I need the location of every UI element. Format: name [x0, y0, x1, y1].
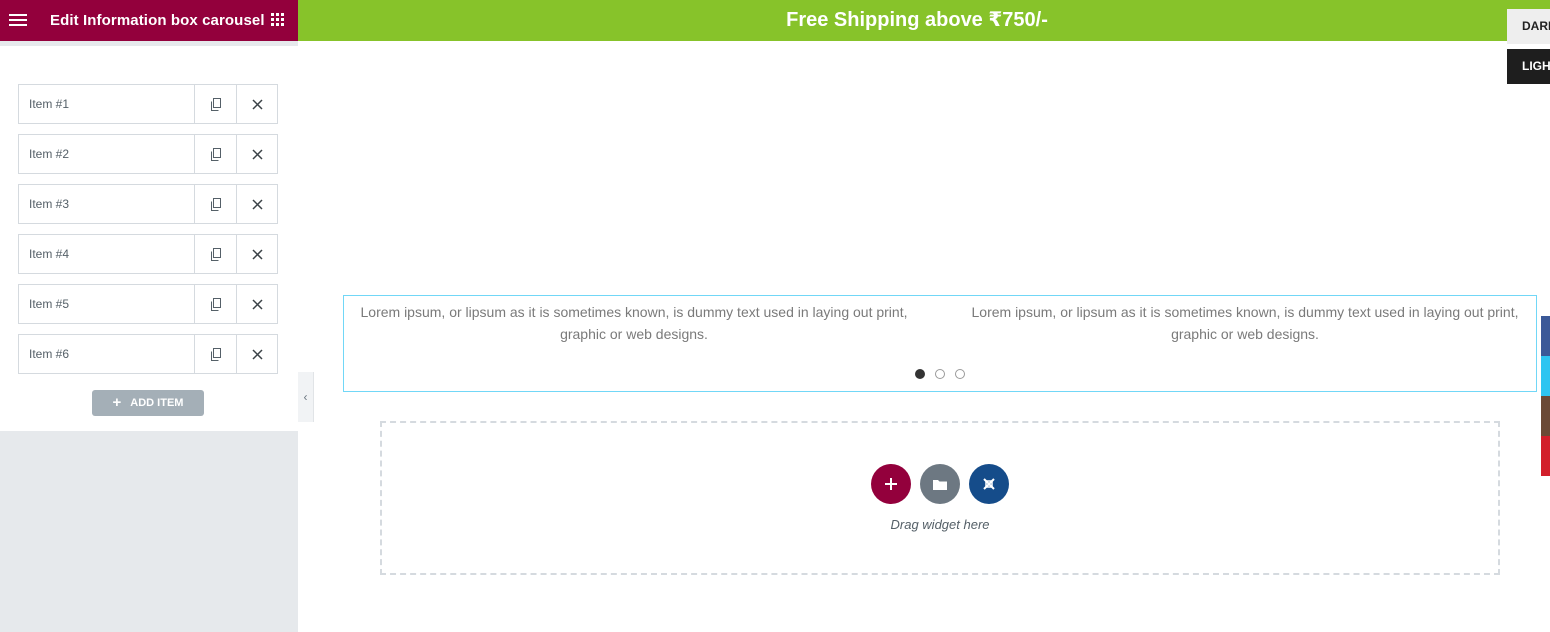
repeater-item[interactable]: Item #3 — [18, 184, 278, 224]
repeater-item-title[interactable]: Item #6 — [19, 335, 196, 373]
repeater-item-title[interactable]: Item #2 — [19, 135, 196, 173]
panel-title: Edit Information box carousel — [50, 12, 265, 29]
add-section-dropzone[interactable]: Drag widget here — [380, 421, 1500, 575]
close-icon[interactable] — [236, 285, 277, 323]
hamburger-icon[interactable] — [8, 10, 28, 30]
repeater-item[interactable]: Item #2 — [18, 134, 278, 174]
panel-header: Edit Information box carousel — [0, 0, 298, 41]
repeater-item-title[interactable]: Item #1 — [19, 85, 196, 123]
copy-icon[interactable] — [195, 135, 236, 173]
copy-icon[interactable] — [195, 285, 236, 323]
editor-panel: Edit Information box carousel Item #1 It… — [0, 0, 298, 632]
repeater-item-title[interactable]: Item #4 — [19, 235, 196, 273]
puzzle-icon — [983, 478, 995, 490]
repeater-panel: Item #1 Item #2 Item #3 Item #4 Item #5 … — [0, 45, 298, 431]
light-mode-button[interactable]: LIGHT — [1507, 49, 1550, 84]
repeater-item[interactable]: Item #4 — [18, 234, 278, 274]
carousel-slide-text: Lorem ipsum, or lipsum as it is sometime… — [971, 304, 1519, 342]
pinterest-share-tab[interactable] — [1541, 436, 1550, 476]
dark-mode-button[interactable]: DARK — [1507, 9, 1550, 44]
carousel-slide-text: Lorem ipsum, or lipsum as it is sometime… — [360, 304, 908, 342]
close-icon[interactable] — [236, 135, 277, 173]
add-section-button[interactable] — [871, 464, 911, 504]
pagination-dot[interactable] — [955, 369, 965, 379]
repeater-item[interactable]: Item #1 — [18, 84, 278, 124]
grid-icon[interactable] — [271, 13, 285, 27]
repeater-item[interactable]: Item #6 — [18, 334, 278, 374]
add-item-button[interactable]: + ADD ITEM — [92, 390, 204, 416]
chevron-left-icon[interactable]: ‹ — [298, 372, 314, 422]
plus-icon — [885, 478, 897, 490]
copy-icon[interactable] — [195, 235, 236, 273]
dropzone-hint: Drag widget here — [890, 517, 990, 532]
copy-icon[interactable] — [195, 335, 236, 373]
copy-icon[interactable] — [195, 85, 236, 123]
add-item-label: ADD ITEM — [130, 397, 184, 409]
pagination-dot-active[interactable] — [915, 369, 925, 379]
pagination-dot[interactable] — [935, 369, 945, 379]
repeater-item-title[interactable]: Item #5 — [19, 285, 196, 323]
information-box-carousel: Lorem ipsum, or lipsum as it is sometime… — [343, 295, 1537, 392]
copy-icon[interactable] — [195, 185, 236, 223]
close-icon[interactable] — [236, 85, 277, 123]
extension-button[interactable] — [969, 464, 1009, 504]
plus-icon: + — [112, 394, 122, 411]
repeater-item-title[interactable]: Item #3 — [19, 185, 196, 223]
twitter-share-tab[interactable] — [1541, 356, 1550, 396]
facebook-share-tab[interactable] — [1541, 316, 1550, 356]
close-icon[interactable] — [236, 235, 277, 273]
repeater-item[interactable]: Item #5 — [18, 284, 278, 324]
folder-icon — [933, 479, 947, 490]
close-icon[interactable] — [236, 185, 277, 223]
add-template-button[interactable] — [920, 464, 960, 504]
shipping-banner-text: Free Shipping above ₹750/- — [786, 9, 1048, 31]
close-icon[interactable] — [236, 335, 277, 373]
shipping-banner: Free Shipping above ₹750/- — [298, 0, 1550, 41]
share-tab[interactable] — [1541, 396, 1550, 436]
